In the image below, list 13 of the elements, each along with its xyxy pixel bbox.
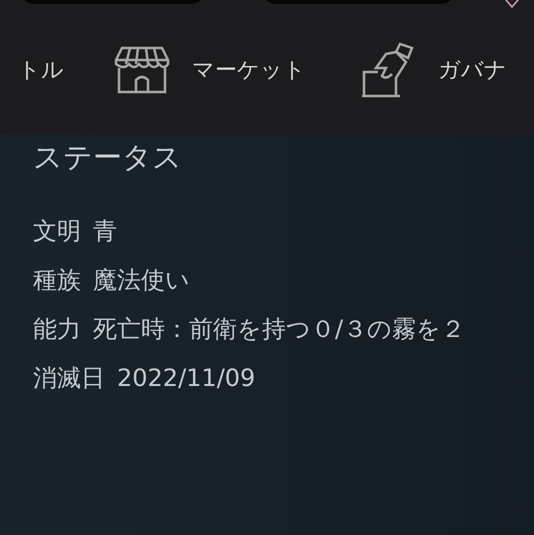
field-value: 青 (93, 216, 117, 246)
nav-label[interactable]: トル (18, 55, 64, 85)
field-value: 2022/11/09 (117, 364, 256, 392)
shop-icon (114, 46, 170, 94)
field-label: 文明 (33, 216, 81, 246)
nav-label[interactable]: ガバナ (438, 55, 507, 85)
field-value: 死亡時：前衛を持つ０/３の霧を２ (93, 314, 466, 344)
field-label: 種族 (33, 264, 81, 296)
field-label: 能力 (33, 314, 81, 344)
field-value: 魔法使い (93, 264, 190, 296)
field-label: 消滅日 (33, 362, 105, 394)
nav-label[interactable]: マーケット (192, 55, 306, 85)
section-title: ステータス (33, 139, 183, 176)
